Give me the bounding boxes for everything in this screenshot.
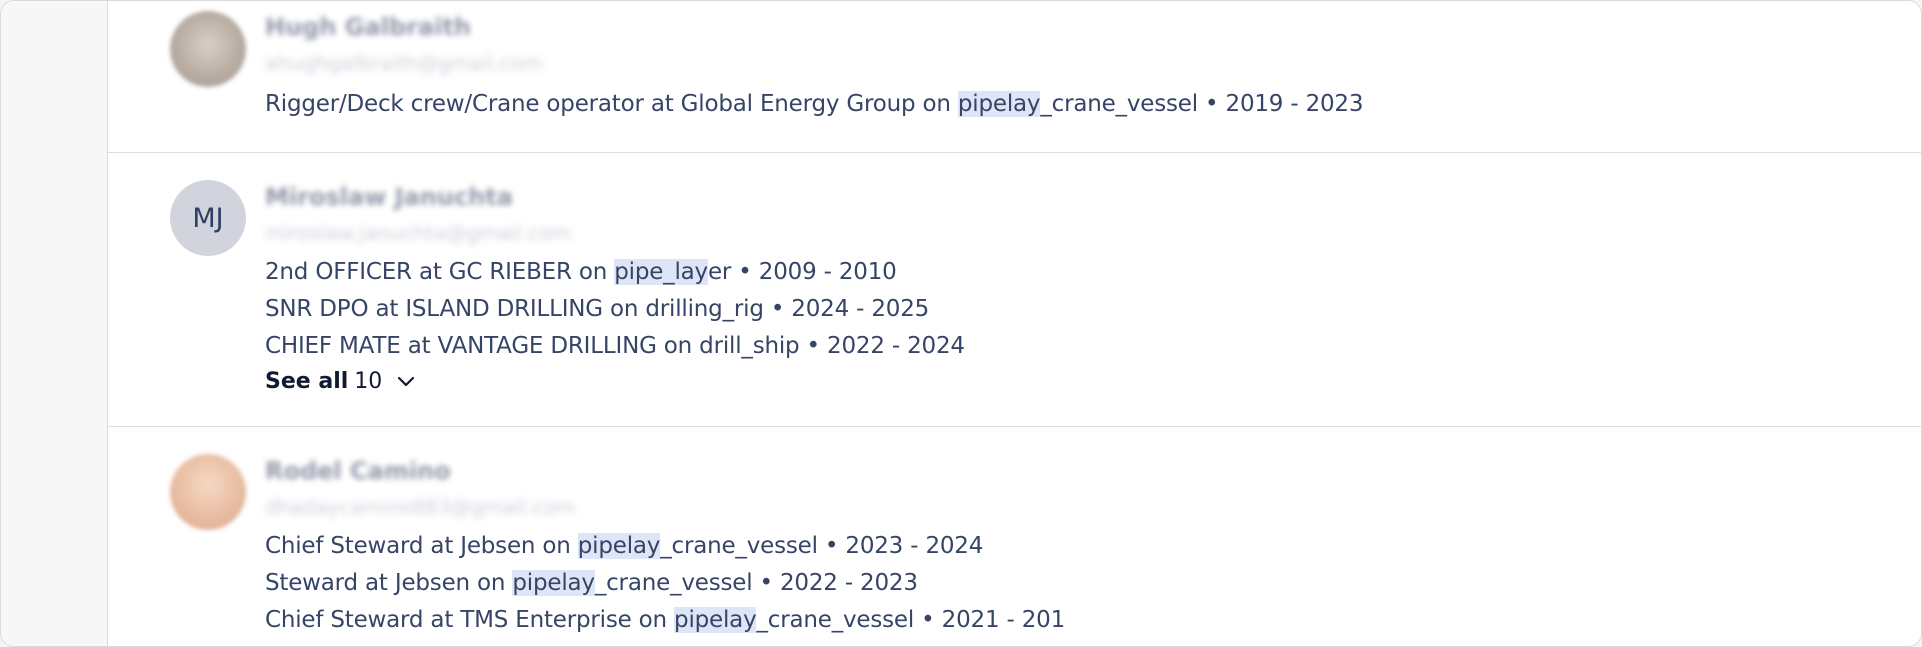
left-gutter (1, 1, 108, 646)
candidate-row[interactable]: MJ Miroslaw Januchta miroslaw.januchta@g… (108, 153, 1921, 427)
candidate-name[interactable]: Hugh Galbraith (265, 13, 471, 41)
app-frame: Hugh Galbraith ahughgalbraith@gmail.com … (0, 0, 1922, 647)
search-highlight: pipelay (957, 91, 1041, 117)
candidate-email: miroslaw.januchta@gmail.com (265, 221, 571, 245)
chevron-down-icon (398, 376, 415, 386)
see-all-button[interactable]: See all 10 (265, 369, 415, 394)
experience-line: CHIEF MATE at VANTAGE DRILLING on drill_… (265, 333, 965, 359)
candidate-email: ahughgalbraith@gmail.com (265, 51, 543, 75)
avatar (170, 454, 246, 530)
candidate-name[interactable]: Miroslaw Januchta (265, 183, 513, 211)
search-highlight: pipelay (512, 570, 595, 596)
candidate-name[interactable]: Rodel Camino (265, 457, 451, 485)
avatar (170, 11, 246, 87)
experience-line: Chief Steward at TMS Enterprise on pipel… (265, 607, 1066, 633)
search-highlight: pipelay (674, 607, 757, 633)
candidate-row[interactable]: Hugh Galbraith ahughgalbraith@gmail.com … (108, 1, 1921, 153)
experience-line: SNR DPO at ISLAND DRILLING on drilling_r… (265, 296, 930, 322)
experience-line: Steward at Jebsen on pipelay_crane_vesse… (265, 570, 918, 596)
search-highlight: pipe_lay (614, 259, 708, 285)
candidate-list: Hugh Galbraith ahughgalbraith@gmail.com … (108, 1, 1921, 646)
experience-line: Chief Steward at Jebsen on pipelay_crane… (265, 533, 984, 559)
candidate-row[interactable]: Rodel Camino dhadaycamino883@gmail.com C… (108, 427, 1921, 646)
see-all-label: See all (265, 369, 349, 394)
avatar: MJ (170, 180, 246, 256)
search-highlight: pipelay (577, 533, 661, 559)
experience-line: Rigger/Deck crew/Crane operator at Globa… (265, 91, 1364, 117)
candidate-email: dhadaycamino883@gmail.com (265, 495, 576, 519)
experience-line: 2nd OFFICER at GC RIEBER on pipe_layer •… (265, 259, 897, 285)
see-all-count: 10 (354, 369, 383, 394)
